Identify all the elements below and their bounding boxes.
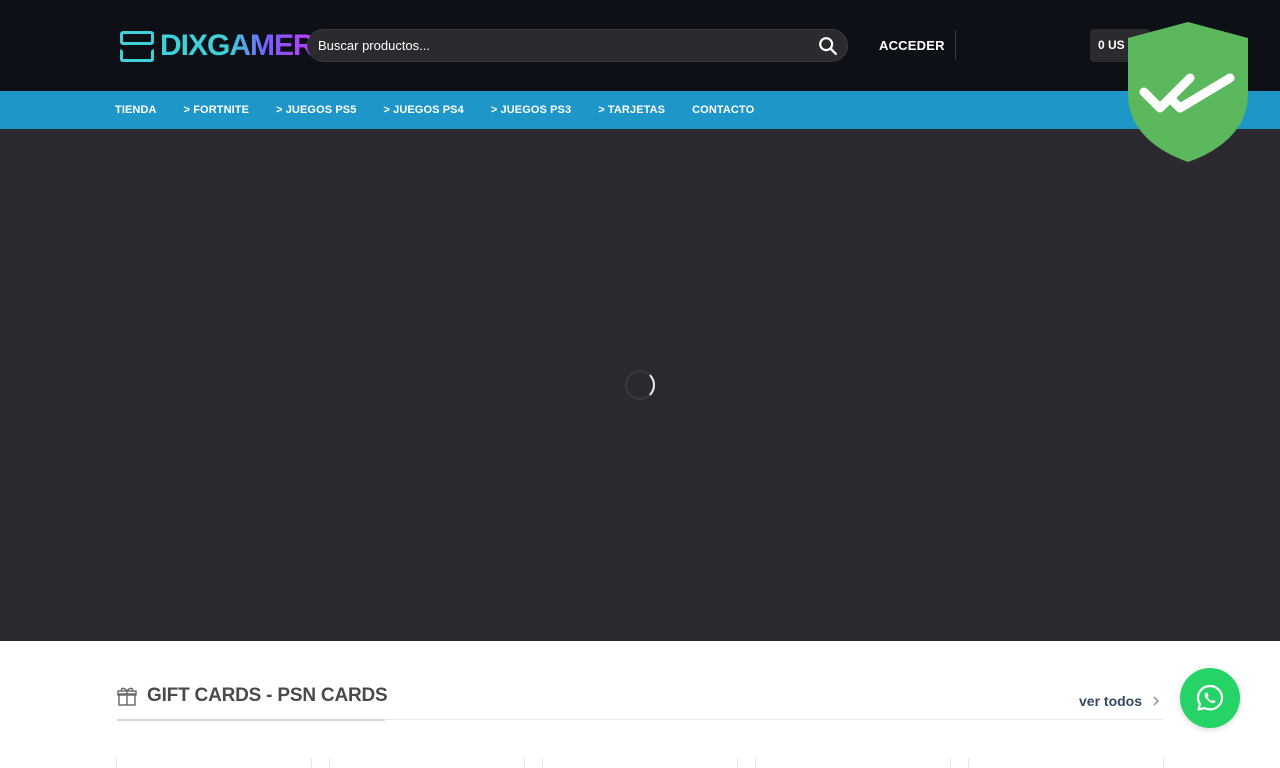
shield-double-check-icon[interactable]: [1126, 20, 1250, 164]
nav-item-contacto[interactable]: CONTACTO: [692, 104, 754, 116]
section-title-underline: [117, 719, 385, 721]
gift-icon: [117, 687, 137, 706]
chevron-right-icon: [1153, 696, 1159, 706]
nav-item-juegos-ps5[interactable]: > JUEGOS PS5: [276, 104, 356, 116]
whatsapp-icon: [1196, 684, 1224, 711]
section-heading: GIFT CARDS - PSN CARDS: [117, 685, 388, 707]
section-title: GIFT CARDS - PSN CARDS: [147, 685, 388, 706]
see-all-link[interactable]: ver todos: [1079, 693, 1160, 709]
nav-item-juegos-ps4[interactable]: > JUEGOS PS4: [383, 104, 463, 116]
whatsapp-button[interactable]: [1180, 668, 1240, 728]
product-card[interactable]: [542, 758, 738, 768]
logo-text: DIXGAMER: [160, 29, 315, 62]
nav-item-fortnite[interactable]: > FORTNITE: [184, 104, 249, 116]
cart-total: 0 US: [1098, 38, 1125, 52]
product-card[interactable]: [116, 758, 312, 768]
login-link[interactable]: ACCEDER: [879, 38, 945, 53]
search-input[interactable]: [318, 30, 798, 61]
search-bar: [307, 29, 848, 62]
nav-item-juegos-ps3[interactable]: > JUEGOS PS3: [491, 104, 571, 116]
nav-item-tienda[interactable]: TIENDA: [115, 104, 157, 116]
logo-mark-icon: [120, 29, 154, 63]
product-card[interactable]: [755, 758, 951, 768]
product-card[interactable]: [968, 758, 1164, 768]
nav-item-tarjetas[interactable]: > TARJETAS: [598, 104, 665, 116]
section-divider: [385, 719, 1163, 720]
site-logo[interactable]: DIXGAMER: [120, 28, 315, 64]
search-icon[interactable]: [817, 35, 839, 57]
site-header: DIXGAMER ACCEDER 0 US: [0, 0, 1280, 91]
see-all-label: ver todos: [1079, 693, 1143, 709]
main-nav: TIENDA > FORTNITE > JUEGOS PS5 > JUEGOS …: [0, 91, 1280, 129]
loading-spinner-icon: [625, 370, 655, 400]
product-card[interactable]: [329, 758, 525, 768]
header-divider: [955, 30, 956, 60]
